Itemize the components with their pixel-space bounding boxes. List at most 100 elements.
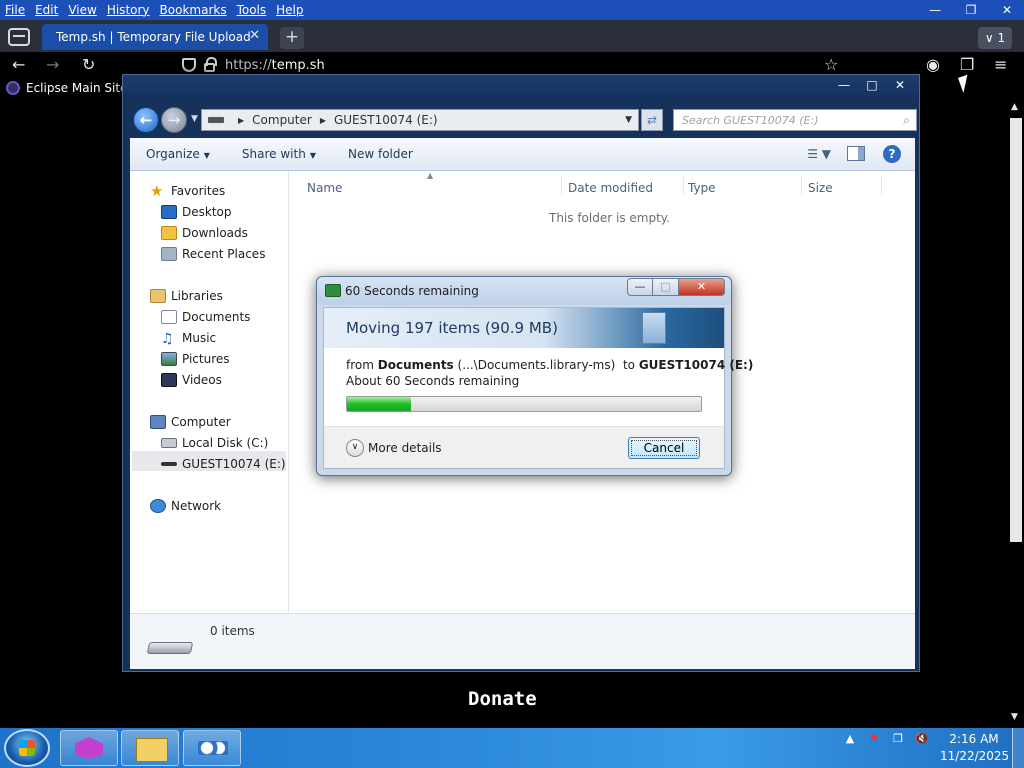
time-remaining: About 60 Seconds remaining <box>346 374 520 388</box>
nav-downloads[interactable]: Downloads <box>161 223 248 243</box>
bookmark-eclipse[interactable]: Eclipse Main Site <box>6 81 127 95</box>
column-date-modified[interactable]: Date modified <box>568 181 653 195</box>
column-name[interactable]: Name <box>307 181 342 195</box>
page-scrollbar[interactable]: ▲ ▼ <box>1008 100 1022 728</box>
volume-muted-icon[interactable]: 🔇 <box>914 732 930 746</box>
dialog-titlebar[interactable]: 60 Seconds remaining — □ ✕ <box>317 277 731 305</box>
nav-label: Music <box>182 331 217 345</box>
back-button[interactable]: ← <box>133 107 159 133</box>
show-hidden-icons-icon[interactable]: ▲ <box>842 732 858 746</box>
donate-link[interactable]: Donate <box>468 688 537 710</box>
nav-recent-places[interactable]: Recent Places <box>161 244 265 264</box>
account-icon[interactable]: ◉ <box>926 55 940 74</box>
from-label: from <box>346 358 374 372</box>
forward-button[interactable]: → <box>161 107 187 133</box>
minimize-icon[interactable]: — <box>831 77 857 95</box>
nav-label: Libraries <box>171 289 223 303</box>
show-desktop-button[interactable] <box>1012 728 1024 768</box>
bookmark-star-icon[interactable]: ☆ <box>824 55 838 74</box>
more-details-toggle[interactable]: ∨ More details <box>346 439 442 457</box>
tab-temp-sh[interactable]: Temp.sh | Temporary File Upload ✕ <box>42 24 268 50</box>
menu-tools[interactable]: Tools <box>232 3 272 17</box>
nav-local-disk[interactable]: Local Disk (C:) <box>161 433 268 453</box>
forward-arrow-icon[interactable]: → <box>46 55 59 74</box>
nav-label: Documents <box>182 310 251 324</box>
minimize-icon[interactable]: — <box>924 3 946 17</box>
empty-folder-message: This folder is empty. <box>549 211 670 225</box>
maximize-icon[interactable]: □ <box>859 77 885 95</box>
preview-pane-icon[interactable] <box>847 146 865 161</box>
lock-icon[interactable] <box>204 56 217 72</box>
taskbar-app-eyes-icon[interactable] <box>183 730 241 766</box>
scrollbar-thumb[interactable] <box>1010 118 1022 542</box>
close-icon[interactable]: ✕ <box>996 3 1018 17</box>
extensions-icon[interactable]: ❐ <box>960 55 974 74</box>
column-separator[interactable] <box>561 175 562 195</box>
column-separator[interactable] <box>683 175 684 195</box>
destination-name[interactable]: GUEST10074 (E:) <box>639 358 754 372</box>
action-center-flag-icon[interactable]: ⚑ <box>866 732 882 746</box>
organize-button[interactable]: Organize ▼ <box>130 147 226 161</box>
network-tray-icon[interactable]: ❐ <box>890 732 906 746</box>
help-icon[interactable]: ? <box>883 145 901 163</box>
taskbar-explorer-icon[interactable] <box>121 730 179 766</box>
hamburger-menu-icon[interactable]: ≡ <box>994 55 1007 74</box>
scroll-up-icon[interactable]: ▲ <box>1011 102 1018 112</box>
cancel-button[interactable]: Cancel <box>628 437 700 459</box>
start-button[interactable] <box>4 729 50 767</box>
close-icon[interactable]: ✕ <box>679 278 725 296</box>
recent-pages-dropdown-icon[interactable]: ▼ <box>191 114 198 124</box>
firefox-view-icon[interactable] <box>8 28 30 46</box>
nav-guest-drive[interactable]: GUEST10074 (E:) <box>161 454 286 474</box>
address-dropdown-icon[interactable]: ▼ <box>625 115 632 125</box>
restore-icon[interactable]: ❐ <box>960 3 982 17</box>
breadcrumb[interactable]: ▶ Computer ▶ GUEST10074 (E:) ▼ <box>201 109 639 131</box>
nav-documents[interactable]: Documents <box>161 307 250 327</box>
menu-file[interactable]: File <box>0 3 30 17</box>
explorer-titlebar[interactable]: — □ ✕ <box>123 75 919 99</box>
tracking-shield-icon[interactable] <box>182 58 196 72</box>
nav-network[interactable]: Network <box>150 496 221 516</box>
nav-music[interactable]: ♫ Music <box>161 328 216 348</box>
nav-videos[interactable]: Videos <box>161 370 222 390</box>
nav-pictures[interactable]: Pictures <box>161 349 230 369</box>
menu-edit[interactable]: Edit <box>30 3 63 17</box>
nav-libraries[interactable]: Libraries <box>150 286 223 306</box>
breadcrumb-separator-icon[interactable]: ▶ <box>320 116 326 125</box>
nav-desktop[interactable]: Desktop <box>161 202 232 222</box>
nav-label: Favorites <box>171 184 226 198</box>
share-with-button[interactable]: Share with ▼ <box>226 147 332 161</box>
copy-progress-icon <box>325 284 341 297</box>
scroll-down-icon[interactable]: ▼ <box>1011 712 1018 722</box>
menu-view[interactable]: View <box>63 3 101 17</box>
taskbar-clock[interactable]: 2:16 AM 11/22/2025 <box>940 731 1009 765</box>
close-icon[interactable]: ✕ <box>887 77 913 95</box>
menu-history[interactable]: History <box>102 3 155 17</box>
column-separator[interactable] <box>881 175 882 195</box>
url-bar[interactable]: https://temp.sh <box>176 54 856 76</box>
search-icon[interactable]: ⌕ <box>903 113 910 128</box>
change-view-icon[interactable]: ☰ ▼ <box>807 147 831 161</box>
tab-list-button[interactable]: ∨ 1 <box>978 27 1012 49</box>
breadcrumb-drive[interactable]: GUEST10074 (E:) <box>334 113 438 127</box>
search-input[interactable]: Search GUEST10074 (E:) ⌕ <box>673 109 917 131</box>
more-details-label: More details <box>368 441 442 455</box>
breadcrumb-separator-icon[interactable]: ▶ <box>238 116 244 125</box>
minimize-icon[interactable]: — <box>627 278 653 296</box>
nav-computer[interactable]: Computer <box>150 412 231 432</box>
refresh-button[interactable]: ⇄ <box>641 109 663 131</box>
reload-icon[interactable]: ↻ <box>82 55 95 74</box>
nav-favorites[interactable]: ★ Favorites <box>150 181 225 201</box>
breadcrumb-computer[interactable]: Computer <box>252 113 312 127</box>
source-name[interactable]: Documents <box>378 358 454 372</box>
menu-help[interactable]: Help <box>271 3 308 17</box>
taskbar-app-purple-icon[interactable] <box>60 730 118 766</box>
new-folder-button[interactable]: New folder <box>332 147 429 161</box>
column-size[interactable]: Size <box>808 181 833 195</box>
menu-bookmarks[interactable]: Bookmarks <box>155 3 232 17</box>
new-tab-button[interactable]: + <box>280 27 304 49</box>
back-arrow-icon[interactable]: ← <box>12 55 25 74</box>
column-type[interactable]: Type <box>688 181 716 195</box>
tab-close-icon[interactable]: ✕ <box>249 28 260 43</box>
column-separator[interactable] <box>801 175 802 195</box>
